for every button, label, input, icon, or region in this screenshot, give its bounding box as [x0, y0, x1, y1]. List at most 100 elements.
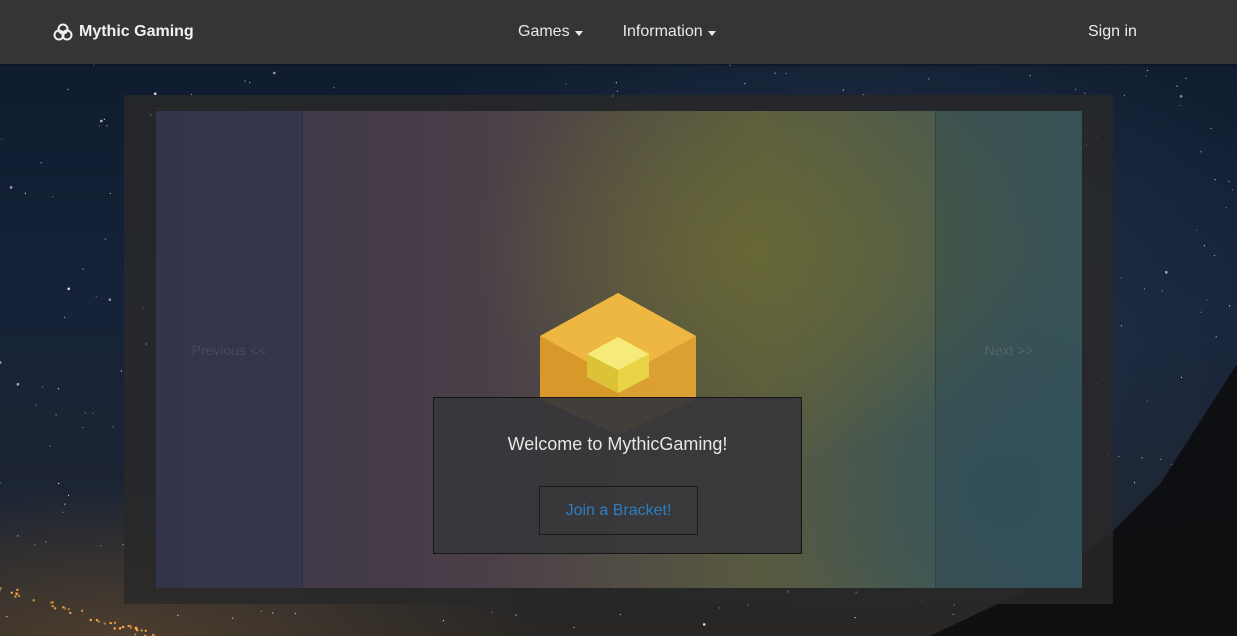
top-navbar: Mythic Gaming Games Information Sign in: [0, 0, 1237, 64]
star: [616, 90, 619, 92]
star: [1123, 94, 1125, 96]
join-bracket-button[interactable]: Join a Bracket!: [539, 486, 698, 535]
city-light: [0, 587, 2, 590]
star: [718, 607, 721, 609]
nav-games-dropdown[interactable]: Games: [518, 23, 583, 41]
star: [953, 604, 955, 606]
star: [106, 125, 108, 127]
nav-information-dropdown[interactable]: Information: [623, 23, 716, 41]
city-light: [15, 592, 18, 595]
star: [104, 238, 106, 240]
star: [1146, 69, 1148, 72]
star: [108, 298, 112, 301]
city-light: [113, 621, 117, 624]
star: [95, 296, 97, 298]
star: [64, 503, 66, 505]
star: [744, 82, 746, 85]
star: [1185, 77, 1187, 79]
star: [6, 616, 8, 618]
city-light: [14, 595, 17, 598]
star: [0, 482, 1, 484]
star: [52, 196, 54, 198]
city-light: [113, 627, 116, 630]
city-light: [62, 606, 65, 609]
star: [1213, 255, 1216, 257]
city-light: [97, 620, 101, 623]
city-light: [50, 601, 53, 604]
star: [1228, 305, 1231, 307]
star: [729, 64, 731, 66]
star: [24, 192, 26, 194]
star: [100, 545, 102, 547]
city-light: [18, 594, 21, 598]
star: [1179, 95, 1183, 98]
city-light: [53, 607, 57, 610]
star: [58, 482, 60, 485]
city-light: [119, 626, 122, 630]
city-light: [89, 618, 93, 622]
star: [1228, 180, 1230, 183]
city-light: [95, 619, 99, 622]
star: [1029, 75, 1031, 77]
star: [928, 78, 930, 80]
city-light: [144, 629, 147, 632]
previous-label: Previous <<: [191, 341, 267, 358]
star: [294, 612, 296, 615]
star: [272, 612, 274, 614]
star: [93, 64, 95, 66]
star: [785, 72, 787, 75]
city-light: [51, 604, 54, 608]
city-light: [134, 633, 137, 636]
star: [842, 89, 844, 91]
star: [67, 88, 69, 90]
brand-link[interactable]: Mythic Gaming: [53, 21, 194, 43]
star: [45, 541, 47, 543]
carousel-previous-button[interactable]: Previous <<: [156, 111, 303, 588]
star: [619, 614, 621, 616]
caret-down-icon: [574, 30, 583, 36]
next-label: Next >>: [984, 341, 1034, 358]
star: [515, 614, 517, 616]
carousel-next-button[interactable]: Next >>: [935, 111, 1082, 588]
star: [1203, 245, 1205, 247]
city-light: [32, 599, 35, 602]
star: [491, 611, 493, 614]
star: [49, 445, 51, 447]
city-light: [103, 622, 106, 625]
main-nav: Games Information: [518, 21, 756, 43]
star: [109, 192, 111, 195]
star: [1231, 189, 1233, 191]
star: [573, 626, 575, 629]
star: [42, 386, 44, 388]
star: [67, 287, 70, 291]
star: [615, 82, 617, 84]
city-light: [140, 629, 143, 632]
star: [1084, 92, 1086, 94]
sign-in-label: Sign in: [1088, 23, 1137, 40]
star: [1214, 179, 1216, 181]
welcome-heading: Welcome to MythicGaming!: [507, 434, 728, 454]
star: [854, 617, 856, 619]
city-light: [16, 588, 19, 591]
star: [1176, 85, 1178, 87]
star: [40, 162, 42, 164]
star: [232, 617, 234, 619]
star: [1133, 482, 1136, 484]
star: [1160, 458, 1162, 460]
star: [1179, 104, 1181, 107]
sign-in-link[interactable]: Sign in: [1088, 21, 1137, 43]
star: [1200, 311, 1202, 313]
star: [1200, 151, 1202, 153]
star: [177, 614, 179, 617]
star: [1120, 325, 1122, 327]
star: [68, 494, 70, 496]
city-light: [69, 611, 72, 615]
star: [9, 186, 13, 189]
star: [34, 544, 36, 546]
star: [16, 383, 20, 386]
star: [273, 71, 276, 75]
star: [82, 426, 84, 428]
star: [55, 414, 57, 416]
city-light: [81, 609, 84, 612]
star: [1215, 336, 1217, 338]
